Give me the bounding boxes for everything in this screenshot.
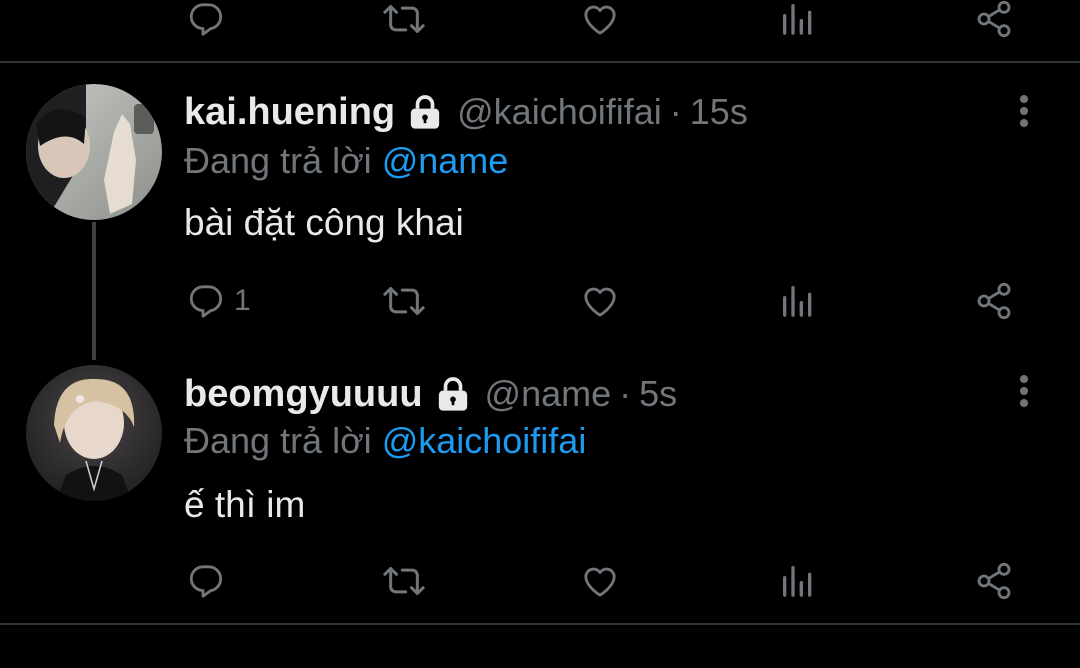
- retweet-button[interactable]: [382, 556, 426, 606]
- share-button[interactable]: [974, 556, 1014, 606]
- like-button[interactable]: [580, 556, 620, 606]
- tweet-text: ế thì im: [184, 484, 306, 525]
- handle[interactable]: @name: [485, 373, 612, 415]
- more-options-button[interactable]: [1010, 372, 1038, 412]
- retweet-icon: [383, 567, 425, 595]
- lock-icon: [438, 377, 467, 411]
- heart-icon: [584, 567, 616, 597]
- more-vertical-icon: [1020, 375, 1028, 407]
- timestamp[interactable]: 5s: [639, 373, 677, 415]
- share-icon: [977, 562, 1011, 600]
- tweet-header: beomgyuuuu @name · 5s: [184, 372, 677, 416]
- avatar[interactable]: [26, 365, 162, 501]
- reply-button[interactable]: [186, 556, 226, 606]
- analytics-icon: [783, 566, 812, 597]
- display-name[interactable]: beomgyuuuu: [184, 373, 423, 416]
- divider-bottom: [0, 623, 1080, 625]
- replying-mention[interactable]: @kaichoififai: [382, 420, 587, 461]
- tweet-2[interactable]: beomgyuuuu @name · 5s Đang trả lời @kaic…: [0, 0, 1080, 620]
- replying-to: Đang trả lời @kaichoififai: [184, 420, 586, 462]
- separator: ·: [619, 373, 632, 414]
- replying-prefix: Đang trả lời: [184, 420, 372, 461]
- tweet-action-bar: [0, 556, 1080, 606]
- analytics-button[interactable]: [778, 556, 818, 606]
- reply-icon: [189, 565, 223, 598]
